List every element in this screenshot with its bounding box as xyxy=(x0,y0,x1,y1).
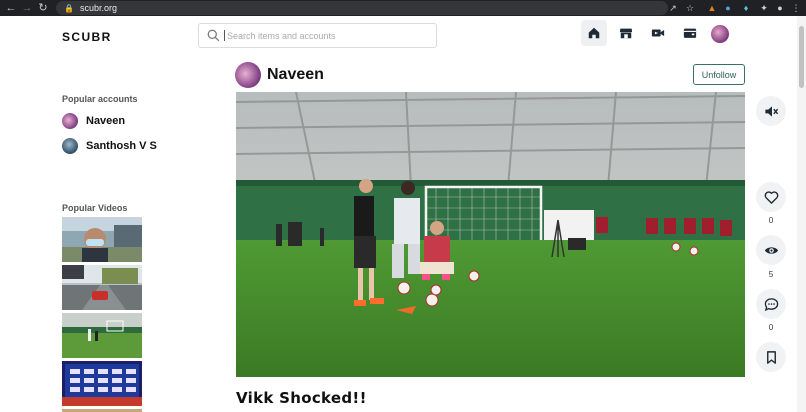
avatar xyxy=(62,138,78,154)
eye-icon xyxy=(764,246,778,254)
save-bookmark-button[interactable] xyxy=(756,342,786,372)
search-box[interactable] xyxy=(198,23,437,48)
menu-kebab-icon[interactable]: ⋮ xyxy=(790,0,802,16)
post-title: Vikk Shocked!! xyxy=(236,389,367,407)
post-author-avatar[interactable] xyxy=(235,62,261,88)
like-button[interactable] xyxy=(756,182,786,212)
comment-button[interactable] xyxy=(756,289,786,319)
search-icon xyxy=(207,29,220,42)
wallet-nav-button[interactable] xyxy=(677,20,703,46)
account-item[interactable]: Santhosh V S xyxy=(62,138,157,154)
post-author-name[interactable]: Naveen xyxy=(267,66,324,84)
popular-videos-heading: Popular Videos xyxy=(62,203,128,213)
popular-accounts-heading: Popular accounts xyxy=(62,94,138,104)
share-icon[interactable]: ↗ xyxy=(667,0,679,16)
video-thumbnail[interactable] xyxy=(62,265,142,310)
profile-icon[interactable]: ● xyxy=(774,0,786,16)
video-thumbnail[interactable] xyxy=(62,361,142,406)
browser-toolbar: ← → ↻ 🔒 scubr.org ↗ ☆ ▲ ● ♦ ✦ ● ⋮ xyxy=(0,0,806,16)
comment-bubble-icon xyxy=(764,297,778,311)
extension-icon[interactable]: ● xyxy=(722,0,734,16)
lock-icon: 🔒 xyxy=(64,3,74,13)
home-nav-button[interactable] xyxy=(581,20,607,46)
home-icon xyxy=(588,27,600,39)
url-text: scubr.org xyxy=(79,3,117,13)
bookmark-icon xyxy=(766,350,776,364)
user-avatar[interactable] xyxy=(711,25,729,43)
account-name: Naveen xyxy=(86,115,126,127)
account-name: Santhosh V S xyxy=(86,140,157,152)
back-icon[interactable]: ← xyxy=(4,0,18,16)
search-input[interactable] xyxy=(224,30,424,41)
address-bar[interactable]: 🔒 scubr.org xyxy=(56,1,668,15)
video-player[interactable] xyxy=(236,92,745,377)
forward-icon[interactable]: → xyxy=(20,0,34,16)
like-count: 0 xyxy=(768,216,774,225)
scrollbar-thumb[interactable] xyxy=(799,26,804,88)
video-thumbnail[interactable] xyxy=(62,313,142,358)
video-nav-button[interactable] xyxy=(645,20,671,46)
video-camera-icon xyxy=(651,29,665,37)
volume-muted-icon xyxy=(764,105,778,117)
view-count: 5 xyxy=(768,270,774,279)
video-thumbnail[interactable] xyxy=(62,217,142,262)
store-nav-button[interactable] xyxy=(613,20,639,46)
mute-toggle-button[interactable] xyxy=(756,96,786,126)
metamask-extension-icon[interactable]: ▲ xyxy=(706,0,718,16)
comment-count: 0 xyxy=(768,323,774,332)
extension-icon[interactable]: ♦ xyxy=(740,0,752,16)
extensions-puzzle-icon[interactable]: ✦ xyxy=(758,0,770,16)
avatar xyxy=(62,113,78,129)
account-item[interactable]: Naveen xyxy=(62,113,125,129)
page-scrollbar[interactable] xyxy=(797,16,806,412)
store-icon xyxy=(619,28,633,39)
reload-icon[interactable]: ↻ xyxy=(36,0,50,16)
heart-icon xyxy=(764,190,778,204)
wallet-icon xyxy=(683,28,697,38)
bookmark-star-icon[interactable]: ☆ xyxy=(684,0,696,16)
site-logo[interactable]: SCUBR xyxy=(62,30,112,44)
views-button[interactable] xyxy=(756,235,786,265)
unfollow-button[interactable]: Unfollow xyxy=(693,64,745,85)
